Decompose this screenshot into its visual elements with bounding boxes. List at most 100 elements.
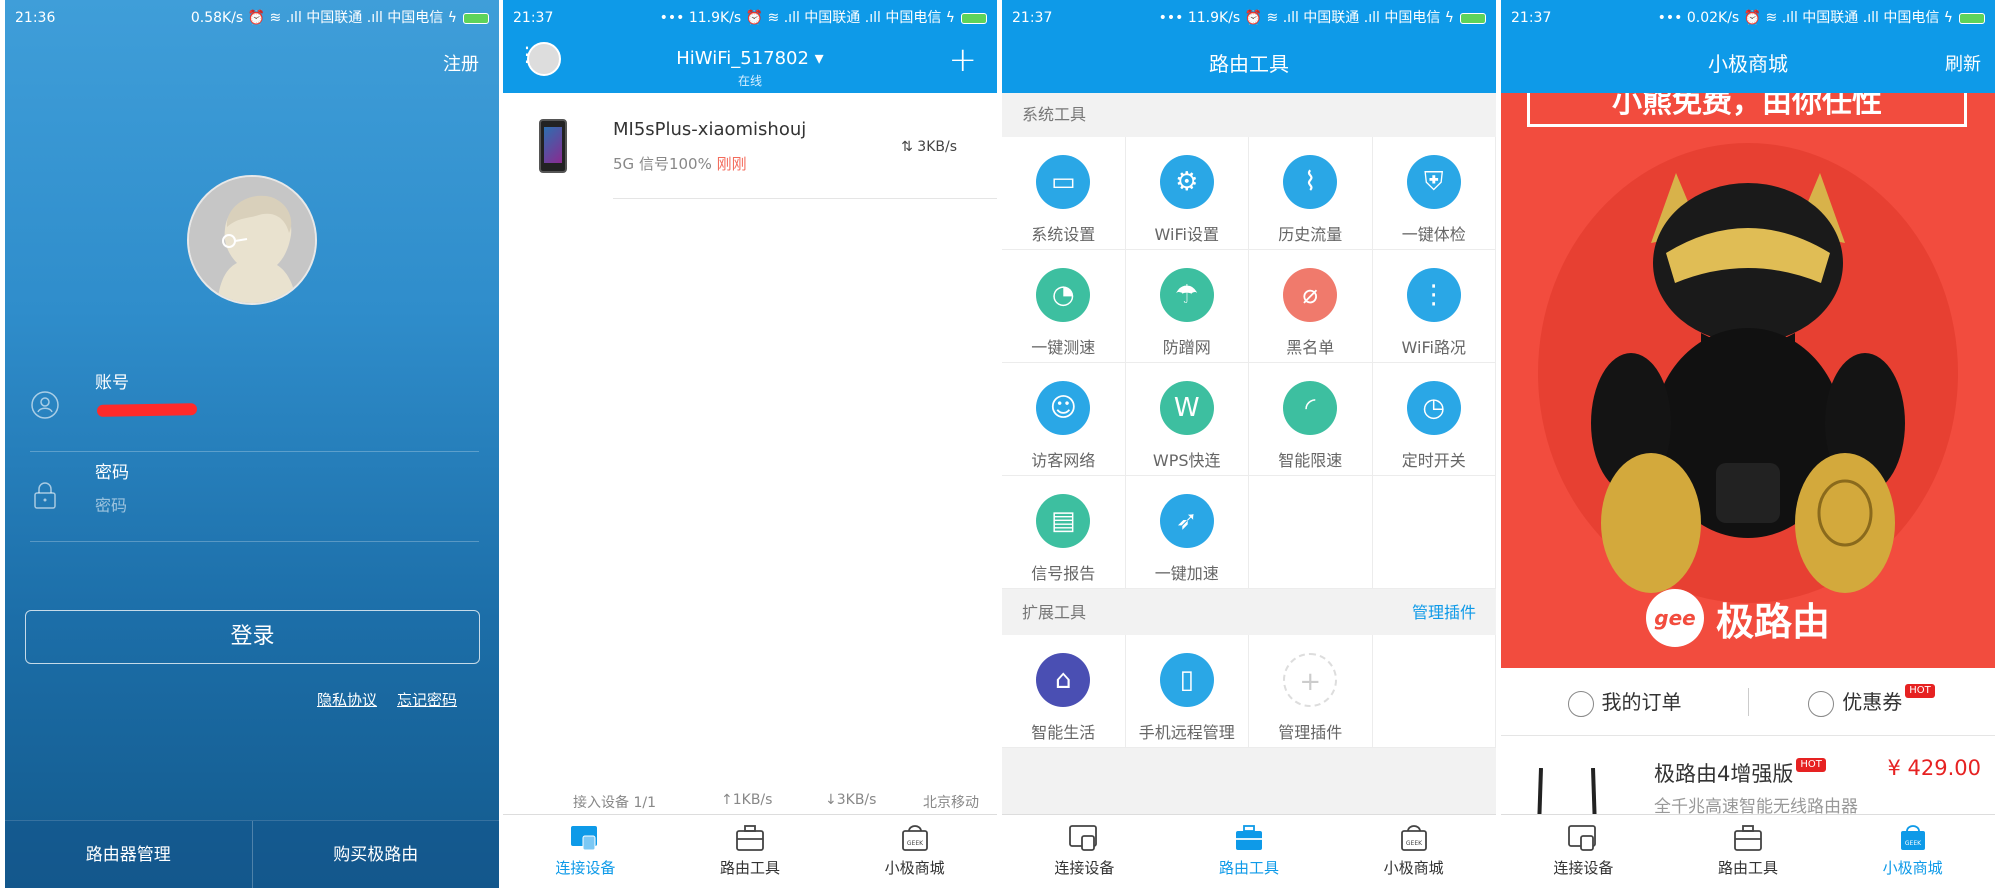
page-title: 小极商城 bbox=[1708, 52, 1788, 76]
tool-label: 信号报告 bbox=[1031, 564, 1096, 583]
password-label: 密码 bbox=[95, 463, 129, 483]
tool-phone-remote[interactable]: ▯ 手机远程管理 bbox=[1125, 635, 1249, 748]
account-label: 账号 bbox=[95, 373, 129, 393]
tab-devices[interactable]: 连接设备 bbox=[503, 815, 668, 888]
coupons-button[interactable]: 优惠券 HOT bbox=[1748, 668, 1995, 735]
rocket-icon: ➶ bbox=[1159, 494, 1214, 548]
my-orders-button[interactable]: 我的订单 bbox=[1501, 668, 1748, 735]
phone-icon bbox=[539, 119, 567, 173]
privacy-link[interactable]: 隐私协议 bbox=[317, 689, 377, 710]
tool-label: 防蹭网 bbox=[1162, 338, 1211, 357]
user-silhouette-icon bbox=[189, 177, 315, 303]
toolbox-icon bbox=[1734, 825, 1762, 851]
page-title: 路由工具 bbox=[1209, 52, 1289, 76]
banner-headline: 小熊免费，由你任性 bbox=[1527, 93, 1967, 127]
tool-label: 黑名单 bbox=[1286, 338, 1335, 357]
devices-icon bbox=[1069, 825, 1098, 851]
orders-icon bbox=[1567, 690, 1594, 717]
devices-icon bbox=[571, 826, 598, 851]
tool-wps[interactable]: W WPS快连 bbox=[1125, 363, 1249, 476]
tool-shield-check[interactable]: ⛨ 一键体检 bbox=[1372, 137, 1496, 250]
password-row[interactable]: 密码 密码 bbox=[30, 452, 479, 542]
header: 21:37 ••• 11.9K/s ⏰ ≋ .ıll 中国联通 .ıll 中国电… bbox=[1002, 0, 1496, 93]
tool-plus[interactable]: + 管理插件 bbox=[1249, 635, 1373, 748]
router-manage-button[interactable]: 路由器管理 bbox=[5, 821, 252, 888]
devices-icon bbox=[1568, 825, 1597, 851]
register-link[interactable]: 注册 bbox=[443, 50, 479, 76]
empty-cell bbox=[1249, 476, 1373, 589]
tool-smart-home[interactable]: ⌂ 智能生活 bbox=[1002, 635, 1126, 748]
guest-icon: ☺ bbox=[1036, 381, 1091, 435]
device-meta: 5G 信号100% 刚刚 bbox=[613, 155, 747, 173]
tab-bar: 连接设备 路由工具 GEEK 小极商城 bbox=[1501, 814, 1995, 888]
manage-plugins-link[interactable]: 管理插件 bbox=[1412, 591, 1476, 635]
battery-icon bbox=[1460, 12, 1486, 24]
status-time: 21:36 bbox=[15, 10, 56, 26]
tool-gauge[interactable]: ◜ 智能限速 bbox=[1249, 363, 1373, 476]
router-name-dropdown[interactable]: HiWiFi_517802 ▾ bbox=[503, 48, 997, 69]
tool-label: 一键体检 bbox=[1401, 225, 1466, 244]
status-indicators: 0.58K/s ⏰ ≋ .ıll 中国联通 .ıll 中国电信 ϟ bbox=[191, 0, 489, 36]
tool-traffic-light[interactable]: ⋮ WiFi路况 bbox=[1372, 250, 1496, 363]
tool-shield-umbrella[interactable]: ☂ 防蹭网 bbox=[1125, 250, 1249, 363]
tool-label: WiFi路况 bbox=[1401, 338, 1466, 357]
tool-wifi-gear[interactable]: ⚙ WiFi设置 bbox=[1125, 137, 1249, 250]
battery-icon bbox=[961, 12, 987, 24]
tab-store[interactable]: GEEK 小极商城 bbox=[832, 815, 997, 888]
plus-icon: + bbox=[1283, 653, 1338, 707]
tool-rocket[interactable]: ➶ 一键加速 bbox=[1125, 476, 1249, 589]
tab-tools[interactable]: 路由工具 bbox=[1167, 815, 1332, 888]
tool-label: 一键加速 bbox=[1154, 564, 1219, 583]
header: 21:37 ••• 0.02K/s ⏰ ≋ .ıll 中国联通 .ıll 中国电… bbox=[1501, 0, 1995, 93]
tab-tools[interactable]: 路由工具 bbox=[668, 815, 833, 888]
tool-label: WPS快连 bbox=[1152, 451, 1221, 470]
device-count: 接入设备 1/1 bbox=[573, 795, 656, 811]
download-speed: ↓3KB/s bbox=[825, 792, 877, 808]
tools-screen: 21:37 ••• 11.9K/s ⏰ ≋ .ıll 中国联通 .ıll 中国电… bbox=[1002, 0, 1496, 888]
chart-line-icon: ⌇ bbox=[1283, 155, 1338, 209]
device-speed: ⇅ 3KB/s bbox=[901, 139, 957, 155]
tool-label: 手机远程管理 bbox=[1138, 723, 1235, 742]
tool-timer[interactable]: ◷ 定时开关 bbox=[1372, 363, 1496, 476]
product-item[interactable]: 极路由4增强版 HOT 全千兆高速智能无线路由器 ¥ 429.00 bbox=[1501, 740, 1995, 828]
battery-icon bbox=[463, 12, 489, 24]
status-bar: 21:36 0.58K/s ⏰ ≋ .ıll 中国联通 .ıll 中国电信 ϟ bbox=[5, 0, 499, 36]
report-icon: ▤ bbox=[1036, 494, 1091, 548]
tab-store[interactable]: GEEK 小极商城 bbox=[1830, 815, 1995, 888]
wifi-gear-icon: ⚙ bbox=[1159, 155, 1214, 209]
account-row[interactable]: 账号 bbox=[30, 362, 479, 452]
tool-label: 一键测速 bbox=[1031, 338, 1096, 357]
device-row[interactable]: MI5sPlus-xiaomishouj 5G 信号100% 刚刚 ⇅ 3KB/… bbox=[503, 97, 997, 199]
empty-cell bbox=[1372, 635, 1496, 748]
store-icon: GEEK bbox=[901, 825, 928, 851]
buy-router-button[interactable]: 购买极路由 bbox=[251, 821, 500, 888]
smart-home-icon: ⌂ bbox=[1036, 653, 1091, 707]
tool-report[interactable]: ▤ 信号报告 bbox=[1002, 476, 1126, 589]
forgot-password-link[interactable]: 忘记密码 bbox=[397, 689, 457, 710]
password-field[interactable]: 密码 bbox=[95, 492, 127, 516]
hot-badge: HOT bbox=[1796, 758, 1826, 772]
promo-banner[interactable]: 小熊免费，由你任性 gee 极路由 bbox=[1501, 93, 1995, 668]
login-button[interactable]: 登录 bbox=[25, 610, 480, 664]
tool-guest[interactable]: ☺ 访客网络 bbox=[1002, 363, 1126, 476]
tab-devices[interactable]: 连接设备 bbox=[1002, 815, 1167, 888]
add-icon[interactable]: + bbox=[949, 40, 978, 80]
store-icon: GEEK bbox=[1400, 825, 1427, 851]
redacted-account-value[interactable] bbox=[96, 403, 198, 417]
tab-bar: 连接设备 路由工具 GEEK 小极商城 bbox=[1002, 814, 1496, 888]
tab-devices[interactable]: 连接设备 bbox=[1501, 815, 1666, 888]
tool-router[interactable]: ▭ 系统设置 bbox=[1002, 137, 1126, 250]
traffic-light-icon: ⋮ bbox=[1406, 268, 1461, 322]
tool-chart-line[interactable]: ⌇ 历史流量 bbox=[1249, 137, 1373, 250]
avatar bbox=[187, 175, 317, 305]
tab-store[interactable]: GEEK 小极商城 bbox=[1331, 815, 1496, 888]
tool-wifi-block[interactable]: ⌀ 黑名单 bbox=[1249, 250, 1373, 363]
orders-bar: 我的订单 优惠券 HOT bbox=[1501, 668, 1995, 736]
status-bar: 21:37 ••• 11.9K/s ⏰ ≋ .ıll 中国联通 .ıll 中国电… bbox=[503, 0, 997, 36]
tool-speedometer[interactable]: ◔ 一键测速 bbox=[1002, 250, 1126, 363]
tab-tools[interactable]: 路由工具 bbox=[1666, 815, 1831, 888]
wps-icon: W bbox=[1159, 381, 1214, 435]
refresh-button[interactable]: 刷新 bbox=[1945, 50, 1981, 76]
tool-label: 管理插件 bbox=[1278, 723, 1343, 742]
tool-label: WiFi设置 bbox=[1154, 225, 1219, 244]
